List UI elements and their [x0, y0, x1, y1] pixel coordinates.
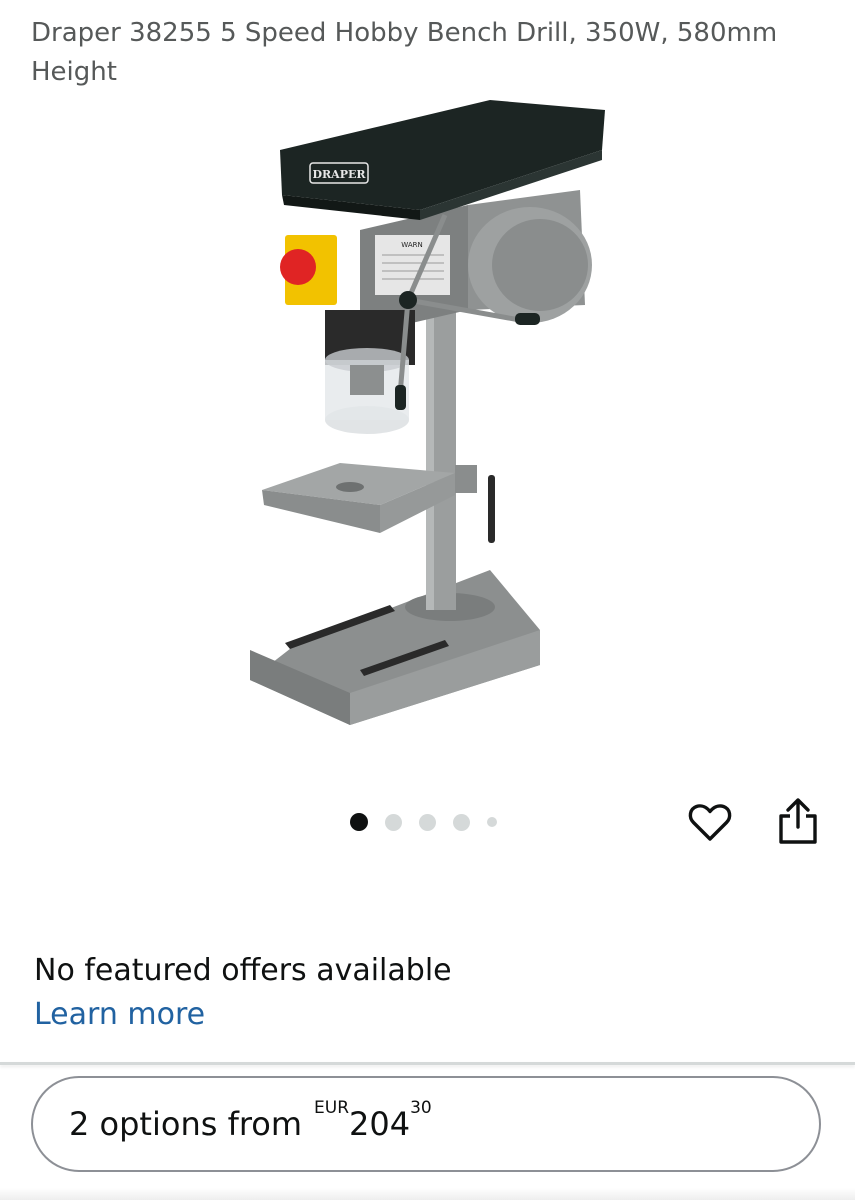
heart-outline-icon[interactable] — [686, 798, 734, 846]
brand-label: DRAPER — [312, 168, 366, 181]
drill-base — [250, 570, 540, 725]
carousel-dot[interactable] — [350, 813, 368, 831]
price-whole: 204 — [349, 1105, 411, 1143]
carousel-dot[interactable] — [487, 817, 497, 827]
share-icon[interactable] — [775, 796, 821, 846]
buying-options-button[interactable]: 2 options from EUR 204 30 — [31, 1076, 821, 1172]
options-label: 2 options from — [69, 1105, 303, 1143]
drill-table — [262, 463, 495, 543]
price-fraction: 30 — [410, 1098, 432, 1118]
product-image[interactable]: DRAPER WARN — [240, 95, 620, 735]
price-currency: EUR — [314, 1098, 350, 1118]
drill-column — [426, 300, 456, 610]
carousel-dot[interactable] — [419, 813, 436, 831]
learn-more-link[interactable]: Learn more — [34, 995, 205, 1035]
carousel-dot[interactable] — [385, 813, 402, 831]
product-title: Draper 38255 5 Speed Hobby Bench Drill, … — [31, 18, 778, 87]
section-divider — [0, 1062, 855, 1065]
no-offers-message: No featured offers available — [34, 953, 452, 988]
image-carousel-indicator[interactable] — [350, 812, 514, 832]
price: EUR 204 30 — [314, 1098, 432, 1143]
carousel-dot[interactable] — [453, 813, 470, 831]
bottom-edge — [0, 1188, 855, 1200]
warning-label: WARN — [401, 241, 422, 249]
